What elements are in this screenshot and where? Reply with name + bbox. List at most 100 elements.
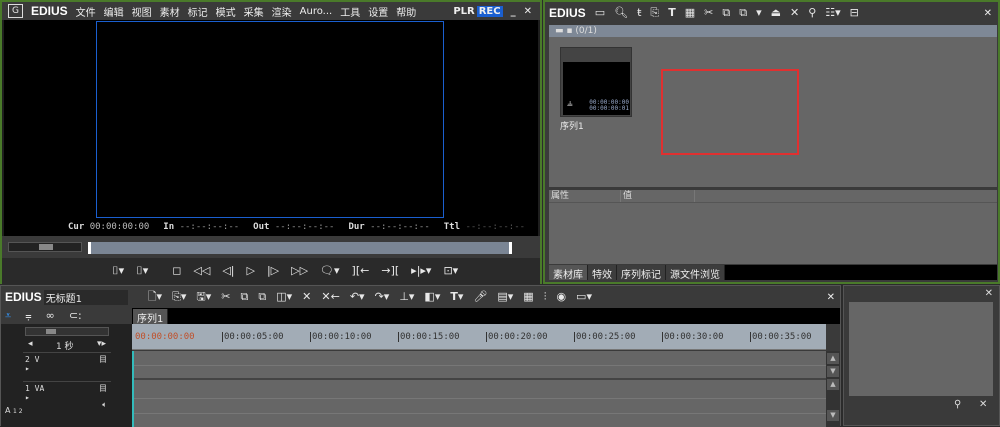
- track-2v-header[interactable]: 2 V 目 ▸: [23, 352, 111, 380]
- cut-icon[interactable]: ✂: [704, 7, 713, 19]
- video-toggle-icon[interactable]: 目: [99, 383, 107, 394]
- group-icon[interactable]: ⊂:: [69, 310, 82, 322]
- track-1va-header[interactable]: 1 VA 目 ▸ 🔈︎: [23, 381, 111, 427]
- delete-icon[interactable]: ✕: [302, 291, 311, 303]
- tab-effects[interactable]: 特效: [588, 265, 617, 281]
- timeline-ruler[interactable]: 00:00:00:00 00:00:05:00 00:00:10:00 00:00:1…: [132, 324, 826, 350]
- folder-bar[interactable]: ▬ ▪ (0/1): [549, 25, 997, 37]
- ruler-tick-label: 00:00:30:00: [662, 332, 724, 342]
- bin-close-button[interactable]: ✕: [984, 8, 992, 19]
- paste-icon[interactable]: ⧉: [739, 7, 747, 19]
- rewind-icon[interactable]: ◁◁: [193, 265, 210, 277]
- layout-icon[interactable]: ▭▾: [576, 291, 592, 303]
- menu-item[interactable]: 帮助: [396, 4, 416, 19]
- step-back-icon[interactable]: ◁|: [222, 265, 234, 277]
- menu-item[interactable]: 视图: [132, 4, 152, 19]
- tab-bin[interactable]: 素材库: [549, 265, 588, 281]
- menu-item[interactable]: 模式: [216, 4, 236, 19]
- mixer-icon[interactable]: ⫶: [544, 291, 547, 303]
- voiceover-icon[interactable]: 🎤︎: [473, 291, 487, 303]
- play-icon[interactable]: ▷: [246, 265, 254, 277]
- ripple-icon[interactable]: ⩦: [25, 310, 31, 322]
- tab-source-browser[interactable]: 源文件浏览: [666, 265, 725, 281]
- step-forward-icon[interactable]: |▷: [267, 265, 279, 277]
- close-icon[interactable]: ✕: [979, 399, 987, 410]
- expand-icon[interactable]: ▸: [25, 364, 109, 373]
- insert-icon[interactable]: ⏏: [771, 7, 781, 19]
- save-icon[interactable]: 🖫▾: [196, 291, 211, 303]
- cut-icon[interactable]: ✂: [221, 291, 230, 303]
- redo-icon[interactable]: ↷▾: [375, 291, 390, 303]
- copy-icon[interactable]: ⧉: [722, 7, 730, 19]
- position-bar[interactable]: [88, 242, 512, 254]
- menu-item[interactable]: 渲染: [272, 4, 292, 19]
- menu-item[interactable]: 工具: [340, 4, 360, 19]
- import-icon[interactable]: ⎘: [650, 7, 659, 19]
- zoom-slider[interactable]: [25, 327, 109, 336]
- close-button[interactable]: ✕: [524, 6, 532, 17]
- new-icon[interactable]: 🗋▾: [148, 291, 162, 303]
- grid-icon[interactable]: ▦: [523, 291, 533, 303]
- menu-item[interactable]: 编辑: [104, 4, 124, 19]
- insert-to-timeline-icon[interactable]: ][←: [352, 265, 370, 277]
- tc-ttl: Ttl --:--:--:--: [443, 222, 526, 232]
- speaker-icon[interactable]: 🔈︎: [102, 400, 107, 410]
- sync-icon[interactable]: ⩡: [5, 310, 11, 322]
- plr-button[interactable]: PLR: [453, 6, 474, 17]
- stop-icon[interactable]: ◻: [172, 265, 181, 277]
- mode-icon[interactable]: ◫▾: [276, 291, 292, 303]
- link-icon[interactable]: ∞: [46, 310, 55, 322]
- side-panel-close-button[interactable]: ✕: [985, 288, 993, 299]
- menu-item[interactable]: 文件: [76, 4, 96, 19]
- folder-icon[interactable]: ▭: [595, 7, 605, 19]
- rec-button[interactable]: REC: [476, 5, 503, 17]
- title-icon[interactable]: T: [668, 7, 676, 19]
- menu-item[interactable]: 采集: [244, 4, 264, 19]
- add-to-timeline-icon[interactable]: ▾: [756, 7, 762, 19]
- undo-icon[interactable]: ↶▾: [350, 291, 365, 303]
- transition-icon[interactable]: ◧▾: [424, 291, 440, 303]
- video-preview: Cur 00:00:00:00 In --:--:--:-- Out --:--…: [4, 20, 538, 236]
- tc-dur: Dur --:--:--:--: [348, 222, 430, 232]
- menu-item[interactable]: 设置: [368, 4, 388, 19]
- video-toggle-icon[interactable]: 目: [99, 354, 107, 365]
- loop-play-icon[interactable]: 🗨▾: [320, 265, 340, 277]
- up-icon[interactable]: ŧ: [637, 7, 641, 19]
- open-icon[interactable]: ⎘▾: [172, 291, 186, 303]
- scale-selector[interactable]: ◂ 1 秒 ▾▸: [25, 339, 109, 352]
- tc-in: In --:--:--:--: [163, 222, 240, 232]
- project-name-field[interactable]: 无标题1: [43, 289, 128, 305]
- set-in-icon[interactable]: ⌷▾: [112, 265, 124, 277]
- output-icon[interactable]: ⊡▾: [443, 265, 458, 277]
- clip-thumbnail[interactable]: ⫨ 00:00:00:00 00:00:00:01: [560, 47, 632, 117]
- vertical-scrollbar[interactable]: ▲ ▼ ▲ ▼: [826, 351, 840, 427]
- toolbox-icon[interactable]: ⊟: [850, 7, 859, 19]
- render-icon[interactable]: ▤▾: [497, 291, 513, 303]
- timeline-close-button[interactable]: ✕: [827, 292, 835, 303]
- tab-sequence-markers[interactable]: 序列标记: [617, 265, 666, 281]
- audio-channel-label[interactable]: A 1 2: [5, 406, 23, 415]
- set-out-icon[interactable]: ⌷▾: [136, 265, 148, 277]
- delete-icon[interactable]: ✕: [790, 7, 799, 19]
- copy-icon[interactable]: ⧉: [241, 291, 249, 303]
- track-area[interactable]: [132, 351, 826, 427]
- overwrite-to-timeline-icon[interactable]: →][: [381, 265, 399, 277]
- shuttle-slider[interactable]: [8, 242, 82, 252]
- color-bars-icon[interactable]: ▦: [685, 7, 695, 19]
- minimize-button[interactable]: _: [511, 6, 516, 17]
- menu-item[interactable]: Auro...: [300, 6, 333, 17]
- properties-icon[interactable]: ⚲: [954, 399, 961, 410]
- view-icon[interactable]: ☷▾: [825, 7, 840, 19]
- marker-icon[interactable]: ⊥▾: [399, 291, 414, 303]
- menu-item[interactable]: 标记: [188, 4, 208, 19]
- ripple-delete-icon[interactable]: ✕←: [321, 291, 339, 303]
- search-icon[interactable]: 🔍︎: [614, 7, 628, 19]
- menu-item[interactable]: 素材: [160, 4, 180, 19]
- properties-icon[interactable]: ⚲: [808, 7, 816, 19]
- color-icon[interactable]: ◉: [556, 291, 566, 303]
- fast-forward-icon[interactable]: ▷▷: [291, 265, 308, 277]
- trim-icon[interactable]: ▸|▸▾: [411, 265, 431, 277]
- paste-icon[interactable]: ⧉: [258, 291, 266, 303]
- title-icon[interactable]: T▾: [450, 291, 463, 303]
- expand-icon[interactable]: ▸: [25, 393, 109, 402]
